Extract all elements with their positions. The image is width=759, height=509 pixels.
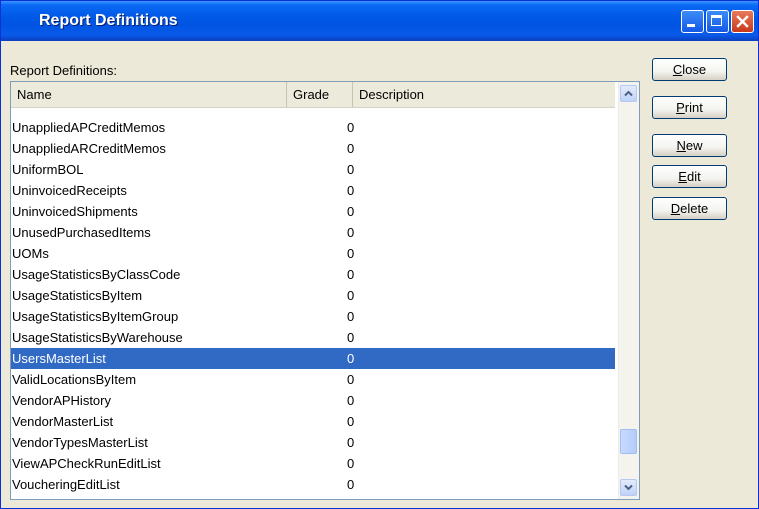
row-grade: 0 xyxy=(347,477,355,492)
row-name: UniformBOL xyxy=(12,162,84,177)
list-row[interactable]: UsersMasterList 0 xyxy=(11,348,615,369)
edit-button-mnemonic: E xyxy=(678,169,687,184)
scroll-up-button[interactable] xyxy=(620,85,637,102)
list-rows: UnappliedAPCreditMemos 0 UnappliedARCredit… xyxy=(11,117,615,495)
new-button-label: ew xyxy=(685,138,703,153)
row-name: VendorTypesMasterList xyxy=(12,435,148,450)
list-row[interactable]: UniformBOL 0 xyxy=(11,159,615,180)
chevron-down-icon xyxy=(624,484,633,491)
minimize-icon xyxy=(687,24,695,27)
list-row[interactable]: ViewAPCheckRunEditList 0 xyxy=(11,453,615,474)
list-row[interactable]: VendorTypesMasterList 0 xyxy=(11,432,615,453)
scrollbar-thumb[interactable] xyxy=(620,429,637,454)
list-label: Report Definitions: xyxy=(10,63,117,78)
new-button[interactable]: New xyxy=(652,134,727,157)
row-name: UsersMasterList xyxy=(12,351,106,366)
delete-button-label: elete xyxy=(680,201,709,216)
row-grade: 0 xyxy=(347,204,355,219)
title-bar[interactable]: Report Definitions xyxy=(1,1,758,41)
list-row[interactable]: UnusedPurchasedItems 0 xyxy=(11,222,615,243)
minimize-button[interactable] xyxy=(681,10,704,33)
maximize-icon xyxy=(711,15,722,26)
column-header-grade[interactable]: Grade xyxy=(287,82,353,107)
column-header-name[interactable]: Name xyxy=(11,82,287,107)
row-grade: 0 xyxy=(347,246,355,261)
scroll-down-button[interactable] xyxy=(620,479,637,496)
row-name: VendorMasterList xyxy=(12,414,114,429)
row-grade: 0 xyxy=(347,225,355,240)
edit-button-label: dit xyxy=(686,169,701,184)
column-header-description[interactable]: Description xyxy=(353,82,615,107)
list-row[interactable]: VoucheringEditList 0 xyxy=(11,474,615,495)
row-grade: 0 xyxy=(347,183,355,198)
close-button[interactable]: Close xyxy=(652,58,727,81)
row-name: UnusedPurchasedItems xyxy=(12,225,151,240)
list-row[interactable]: UsageStatisticsByItem 0 xyxy=(11,285,615,306)
row-grade: 0 xyxy=(347,309,355,324)
delete-button[interactable]: Delete xyxy=(652,197,727,220)
row-grade: 0 xyxy=(347,120,355,135)
close-button-label: lose xyxy=(682,62,707,77)
row-grade: 0 xyxy=(347,267,355,282)
new-button-mnemonic: N xyxy=(676,138,686,153)
list-row[interactable]: UsageStatisticsByClassCode 0 xyxy=(11,264,615,285)
list-row[interactable]: VendorAPHistory 0 xyxy=(11,390,615,411)
vertical-scrollbar[interactable] xyxy=(618,82,639,499)
row-name: UnappliedARCreditMemos xyxy=(12,141,166,156)
chevron-up-icon xyxy=(624,90,633,97)
row-grade: 0 xyxy=(347,351,355,366)
row-grade: 0 xyxy=(347,288,355,303)
row-name: UnappliedAPCreditMemos xyxy=(12,120,166,135)
print-button[interactable]: Print xyxy=(652,96,727,119)
row-grade: 0 xyxy=(347,162,355,177)
list-row[interactable]: VendorMasterList 0 xyxy=(11,411,615,432)
row-name: VendorAPHistory xyxy=(12,393,111,408)
print-button-mnemonic: P xyxy=(676,100,685,115)
row-name: ValidLocationsByItem xyxy=(12,372,137,387)
report-list[interactable]: Name Grade Description UnappliedAPCredit… xyxy=(10,81,640,500)
list-row[interactable]: UsageStatisticsByItemGroup 0 xyxy=(11,306,615,327)
row-grade: 0 xyxy=(347,372,355,387)
window-title: Report Definitions xyxy=(39,12,178,29)
row-grade: 0 xyxy=(347,393,355,408)
row-name: UsageStatisticsByItem xyxy=(12,288,143,303)
print-button-label: rint xyxy=(684,100,703,115)
row-grade: 0 xyxy=(347,414,355,429)
row-grade: 0 xyxy=(347,141,355,156)
close-icon xyxy=(736,15,749,28)
delete-button-mnemonic: D xyxy=(670,201,681,216)
report-definitions-window: Report Definitions Report Definitions: N… xyxy=(0,0,759,509)
close-button-mnemonic: C xyxy=(672,62,683,77)
close-window-button[interactable] xyxy=(731,10,754,33)
row-name: UsageStatisticsByWarehouse xyxy=(12,330,183,345)
list-row[interactable]: UninvoicedShipments 0 xyxy=(11,201,615,222)
list-row[interactable]: UnappliedARCreditMemos 0 xyxy=(11,138,615,159)
row-name: UninvoicedReceipts xyxy=(12,183,127,198)
row-grade: 0 xyxy=(347,435,355,450)
list-row[interactable]: UOMs 0 xyxy=(11,243,615,264)
row-name: UsageStatisticsByClassCode xyxy=(12,267,181,282)
maximize-button[interactable] xyxy=(706,10,729,33)
row-name: VoucheringEditList xyxy=(12,477,120,492)
row-name: ViewAPCheckRunEditList xyxy=(12,456,161,471)
row-name: UsageStatisticsByItemGroup xyxy=(12,309,179,324)
list-row[interactable]: UnappliedAPCreditMemos 0 xyxy=(11,117,615,138)
list-row[interactable]: ValidLocationsByItem 0 xyxy=(11,369,615,390)
row-grade: 0 xyxy=(347,330,355,345)
row-name: UninvoicedShipments xyxy=(12,204,138,219)
row-name: UOMs xyxy=(12,246,49,261)
row-grade: 0 xyxy=(347,456,355,471)
list-row[interactable]: UninvoicedReceipts 0 xyxy=(11,180,615,201)
edit-button[interactable]: Edit xyxy=(652,165,727,188)
list-row[interactable]: UsageStatisticsByWarehouse 0 xyxy=(11,327,615,348)
list-header: Name Grade Description xyxy=(11,82,615,108)
